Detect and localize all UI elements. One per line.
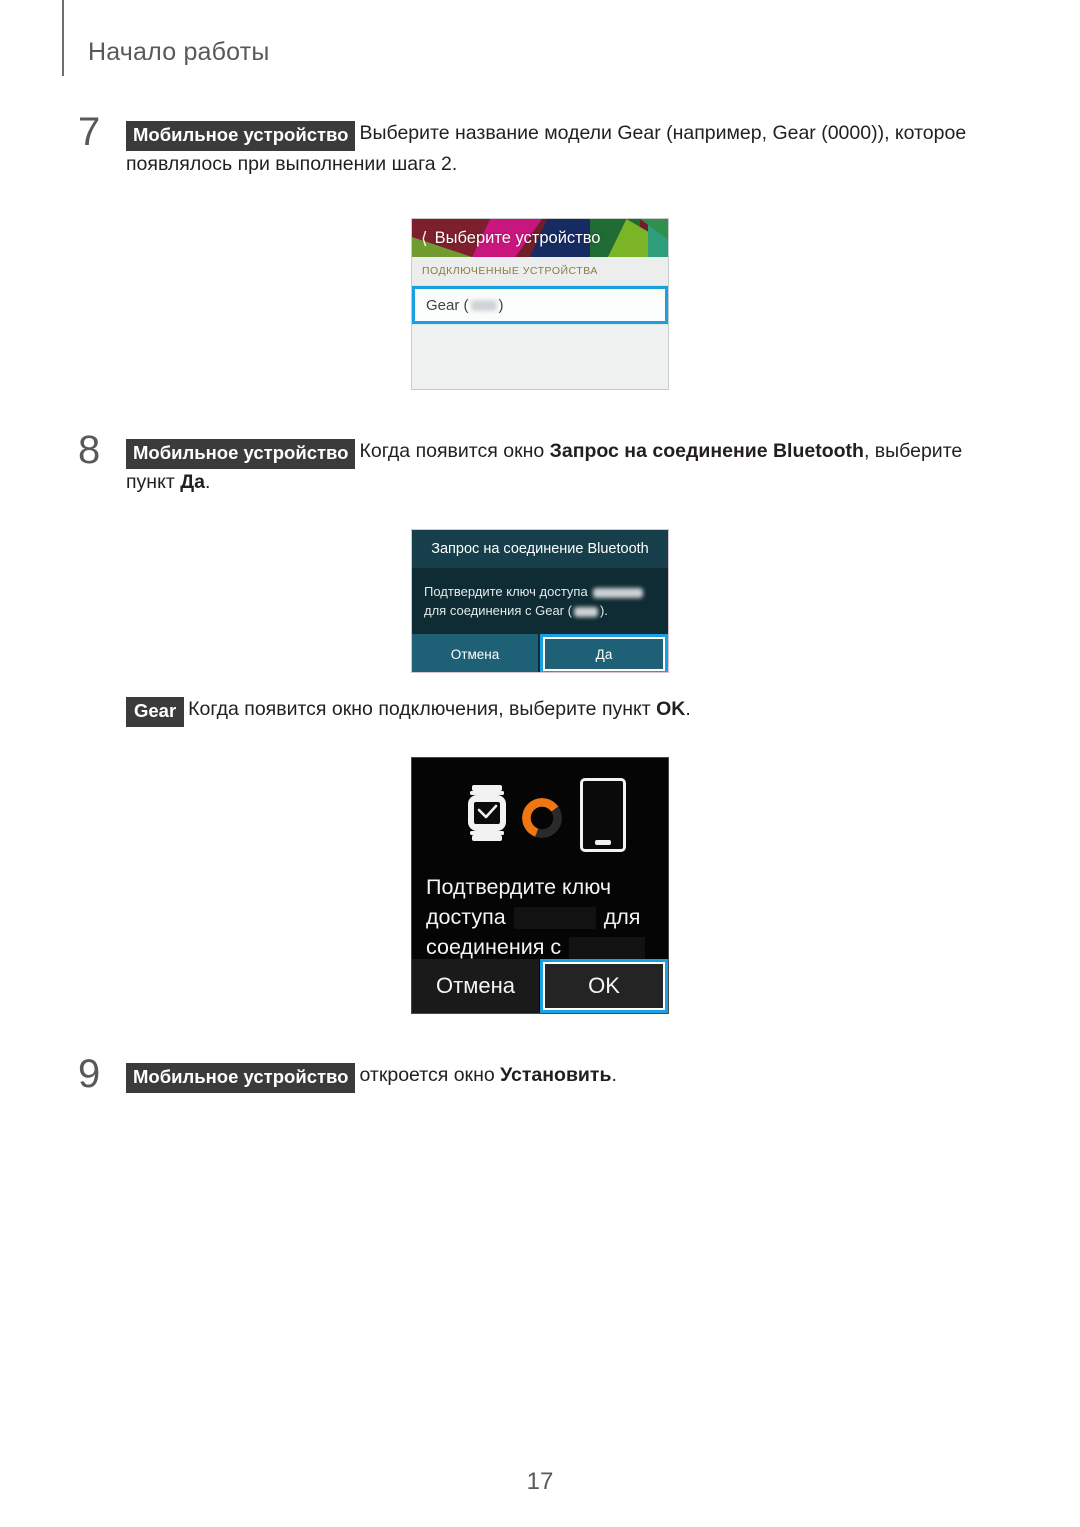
step-text: Мобильное устройство откроется окно Устан…	[126, 1060, 1008, 1093]
step-9: 9 Мобильное устройство откроется окно Уст…	[78, 1054, 1008, 1094]
gear-badge: Gear	[126, 697, 185, 727]
device-list-item-gear[interactable]: Gear ()	[412, 286, 668, 324]
step-instruction-part2: .	[685, 698, 691, 720]
step-instruction-part3: .	[204, 471, 211, 493]
bluetooth-dialog-body: Подтвердите ключ доступа для соединения …	[412, 568, 668, 634]
step-number: 9	[78, 1052, 101, 1096]
gear-text-line2-prefix: доступа	[426, 905, 506, 929]
redacted-device-id	[470, 299, 497, 311]
step-text: Мобильное устройство Выберите название мо…	[126, 118, 1008, 180]
step-instruction-part1: Когда появится окно	[359, 440, 550, 462]
step-instruction-bold1: Установить	[500, 1064, 612, 1086]
watch-check-icon	[468, 785, 506, 841]
page-title: Начало работы	[88, 38, 270, 66]
bluetooth-dialog-title: Запрос на соединение Bluetooth	[412, 530, 668, 568]
bluetooth-request-screenshot: Запрос на соединение Bluetooth Подтверди…	[411, 529, 669, 673]
redacted-device-id	[573, 606, 598, 617]
redacted-device-name	[569, 937, 646, 960]
bluetooth-body-line1: Подтвердите ключ доступа	[424, 584, 588, 599]
gear-dialog-buttons: Отмена OK	[412, 959, 668, 1013]
step-text: Мобильное устройство Когда появится окно …	[126, 436, 1008, 498]
bluetooth-body-line2-prefix: для соединения с Gear (	[424, 603, 572, 618]
phone-icon	[580, 778, 626, 852]
bluetooth-cancel-button[interactable]: Отмена	[412, 634, 540, 672]
bluetooth-body-line2-suffix: ).	[599, 603, 608, 618]
gear-confirmation-text: Подтвердите ключ доступа для соединения с	[412, 870, 668, 962]
step-number: 8	[78, 428, 101, 472]
step-instruction-bold1: Запрос на соединение Bluetooth	[549, 440, 864, 462]
step-instruction-bold1: OK	[656, 698, 686, 720]
device-badge: Мобильное устройство	[126, 121, 356, 151]
device-picker-title: Выберите устройство	[434, 228, 601, 247]
loading-spinner-icon	[522, 798, 562, 838]
page-header: Начало работы	[0, 0, 1080, 90]
step-text: Gear Когда появится окно подключения, выб…	[126, 694, 1006, 727]
step-8: 8 Мобильное устройство Когда появится окн…	[78, 430, 1008, 498]
device-name-prefix: Gear (	[426, 296, 469, 314]
step-instruction-part1: Когда появится окно подключения, выберит…	[188, 698, 657, 720]
connected-devices-label: ПОДКЛЮЧЕННЫЕ УСТРОЙСТВА	[412, 257, 668, 286]
redacted-passkey	[592, 587, 643, 598]
step-instruction-bold2: Да	[180, 471, 205, 493]
gear-text-line1: Подтвердите ключ	[426, 875, 612, 899]
device-list-empty-area	[412, 324, 668, 389]
step-number: 7	[78, 110, 101, 154]
step-gear: Gear Когда появится окно подключения, выб…	[126, 694, 1006, 727]
device-picker-titlebar: ⟨ Выберите устройство	[412, 219, 668, 257]
device-badge: Мобильное устройство	[126, 439, 356, 469]
device-badge: Мобильное устройство	[126, 1063, 356, 1093]
header-rule	[62, 0, 64, 76]
step-7: 7 Мобильное устройство Выберите название …	[78, 112, 1008, 180]
gear-icon-row	[412, 758, 668, 870]
gear-text-line3-prefix: соединения с	[426, 935, 562, 959]
bluetooth-dialog-buttons: Отмена Да	[412, 634, 668, 672]
gear-ok-button[interactable]: OK	[540, 959, 668, 1013]
gear-cancel-button[interactable]: Отмена	[412, 959, 540, 1013]
bluetooth-confirm-button[interactable]: Да	[540, 634, 668, 672]
gear-confirmation-screenshot: Подтвердите ключ доступа для соединения с…	[411, 757, 669, 1014]
redacted-passkey	[513, 907, 596, 930]
page-number: 17	[526, 1468, 554, 1495]
chevron-left-icon[interactable]: ⟨	[421, 230, 428, 247]
device-picker-screenshot: ⟨ Выберите устройство ПОДКЛЮЧЕННЫЕ УСТРО…	[411, 218, 669, 390]
step-instruction-part2: .	[611, 1064, 617, 1086]
step-instruction-part1: откроется окно	[359, 1064, 501, 1086]
gear-text-line2-suffix: для	[603, 905, 641, 929]
device-name-suffix: )	[498, 296, 504, 314]
